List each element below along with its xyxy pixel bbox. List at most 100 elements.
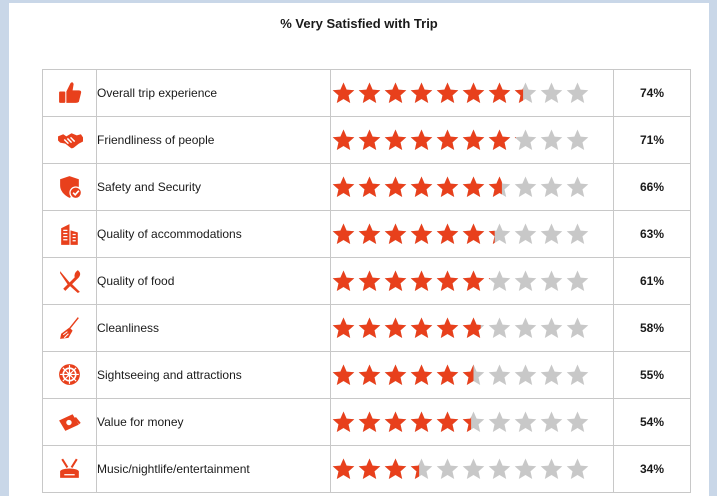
rating-star — [332, 364, 355, 385]
rating-star — [462, 364, 485, 385]
rating-star — [410, 317, 433, 338]
table-row: Cleanliness 58% — [42, 304, 691, 352]
row-icon-cell — [42, 257, 97, 305]
rating-star — [332, 82, 355, 103]
rating-star — [384, 223, 407, 244]
rating-star — [488, 270, 511, 291]
rating-star — [540, 129, 563, 150]
rating-star — [358, 129, 381, 150]
chart-panel: % Very Satisfied with Trip Overall trip … — [9, 3, 709, 496]
table-row: Friendliness of people 71% — [42, 116, 691, 164]
rating-star — [384, 129, 407, 150]
table-row: Quality of food 61% — [42, 257, 691, 305]
rating-star — [462, 458, 485, 479]
row-stars-cell — [330, 257, 614, 305]
thumbs-up-icon — [58, 82, 81, 103]
star-rating — [331, 81, 613, 105]
table-row: Overall trip experience 74% — [42, 69, 691, 117]
row-icon-cell — [42, 398, 97, 446]
star-rating — [331, 363, 613, 387]
rating-star — [514, 317, 537, 338]
row-icon-cell — [42, 69, 97, 117]
row-label: Overall trip experience — [96, 69, 331, 117]
rating-star — [436, 223, 459, 244]
rating-star — [540, 411, 563, 432]
rating-star — [566, 411, 589, 432]
rating-star — [384, 82, 407, 103]
row-label: Sightseeing and attractions — [96, 351, 331, 399]
rating-star — [358, 317, 381, 338]
table-row: Sightseeing and attractions 55% — [42, 351, 691, 399]
rating-star — [410, 270, 433, 291]
rating-star — [462, 82, 485, 103]
rating-star — [462, 270, 485, 291]
rating-star — [410, 364, 433, 385]
row-icon-cell — [42, 116, 97, 164]
rating-star — [384, 317, 407, 338]
rating-star — [384, 176, 407, 197]
row-percent: 55% — [613, 351, 691, 399]
row-stars-cell — [330, 304, 614, 352]
rating-star — [436, 129, 459, 150]
row-stars-cell — [330, 163, 614, 211]
row-percent: 63% — [613, 210, 691, 258]
row-stars-cell — [330, 210, 614, 258]
rating-star — [436, 364, 459, 385]
row-label: Friendliness of people — [96, 116, 331, 164]
rating-star — [488, 176, 511, 197]
rating-star — [462, 411, 485, 432]
rating-star — [436, 270, 459, 291]
rating-star — [540, 176, 563, 197]
rating-star — [514, 458, 537, 479]
rating-star — [410, 458, 433, 479]
rating-star — [540, 317, 563, 338]
money-icon — [58, 414, 81, 431]
rating-star — [488, 82, 511, 103]
rating-star — [332, 270, 355, 291]
row-percent: 61% — [613, 257, 691, 305]
rating-star — [488, 129, 511, 150]
rating-star — [358, 411, 381, 432]
rating-star — [436, 317, 459, 338]
rating-star — [436, 411, 459, 432]
rating-star — [514, 364, 537, 385]
rating-star — [436, 82, 459, 103]
rating-star — [358, 82, 381, 103]
row-stars-cell — [330, 351, 614, 399]
row-percent: 58% — [613, 304, 691, 352]
row-icon-cell — [42, 445, 97, 493]
star-rating — [331, 316, 613, 340]
row-percent: 34% — [613, 445, 691, 493]
rating-star — [566, 223, 589, 244]
handshake-icon — [57, 133, 83, 149]
rating-star — [566, 317, 589, 338]
rating-star — [540, 458, 563, 479]
rating-star — [332, 458, 355, 479]
rating-star — [566, 364, 589, 385]
star-rating — [331, 410, 613, 434]
row-icon-cell — [42, 163, 97, 211]
rating-star — [540, 270, 563, 291]
rating-star — [358, 176, 381, 197]
rating-star — [462, 223, 485, 244]
rating-star — [410, 82, 433, 103]
rating-star — [566, 458, 589, 479]
building-icon — [60, 224, 78, 245]
rating-star — [332, 176, 355, 197]
rating-star — [332, 411, 355, 432]
row-label: Music/nightlife/entertainment — [96, 445, 331, 493]
drums-icon — [59, 458, 79, 478]
rating-star — [358, 458, 381, 479]
ratings-table: Overall trip experience 74% Friendliness o… — [42, 69, 691, 493]
table-row: Music/nightlife/entertainment 34% — [42, 445, 691, 493]
rating-star — [514, 270, 537, 291]
row-stars-cell — [330, 445, 614, 493]
shield-check-icon — [59, 176, 82, 200]
rating-star — [384, 270, 407, 291]
row-stars-cell — [330, 116, 614, 164]
rating-star — [462, 129, 485, 150]
rating-star — [514, 176, 537, 197]
rating-star — [384, 364, 407, 385]
table-row: Quality of accommodations 63% — [42, 210, 691, 258]
rating-star — [488, 223, 511, 244]
